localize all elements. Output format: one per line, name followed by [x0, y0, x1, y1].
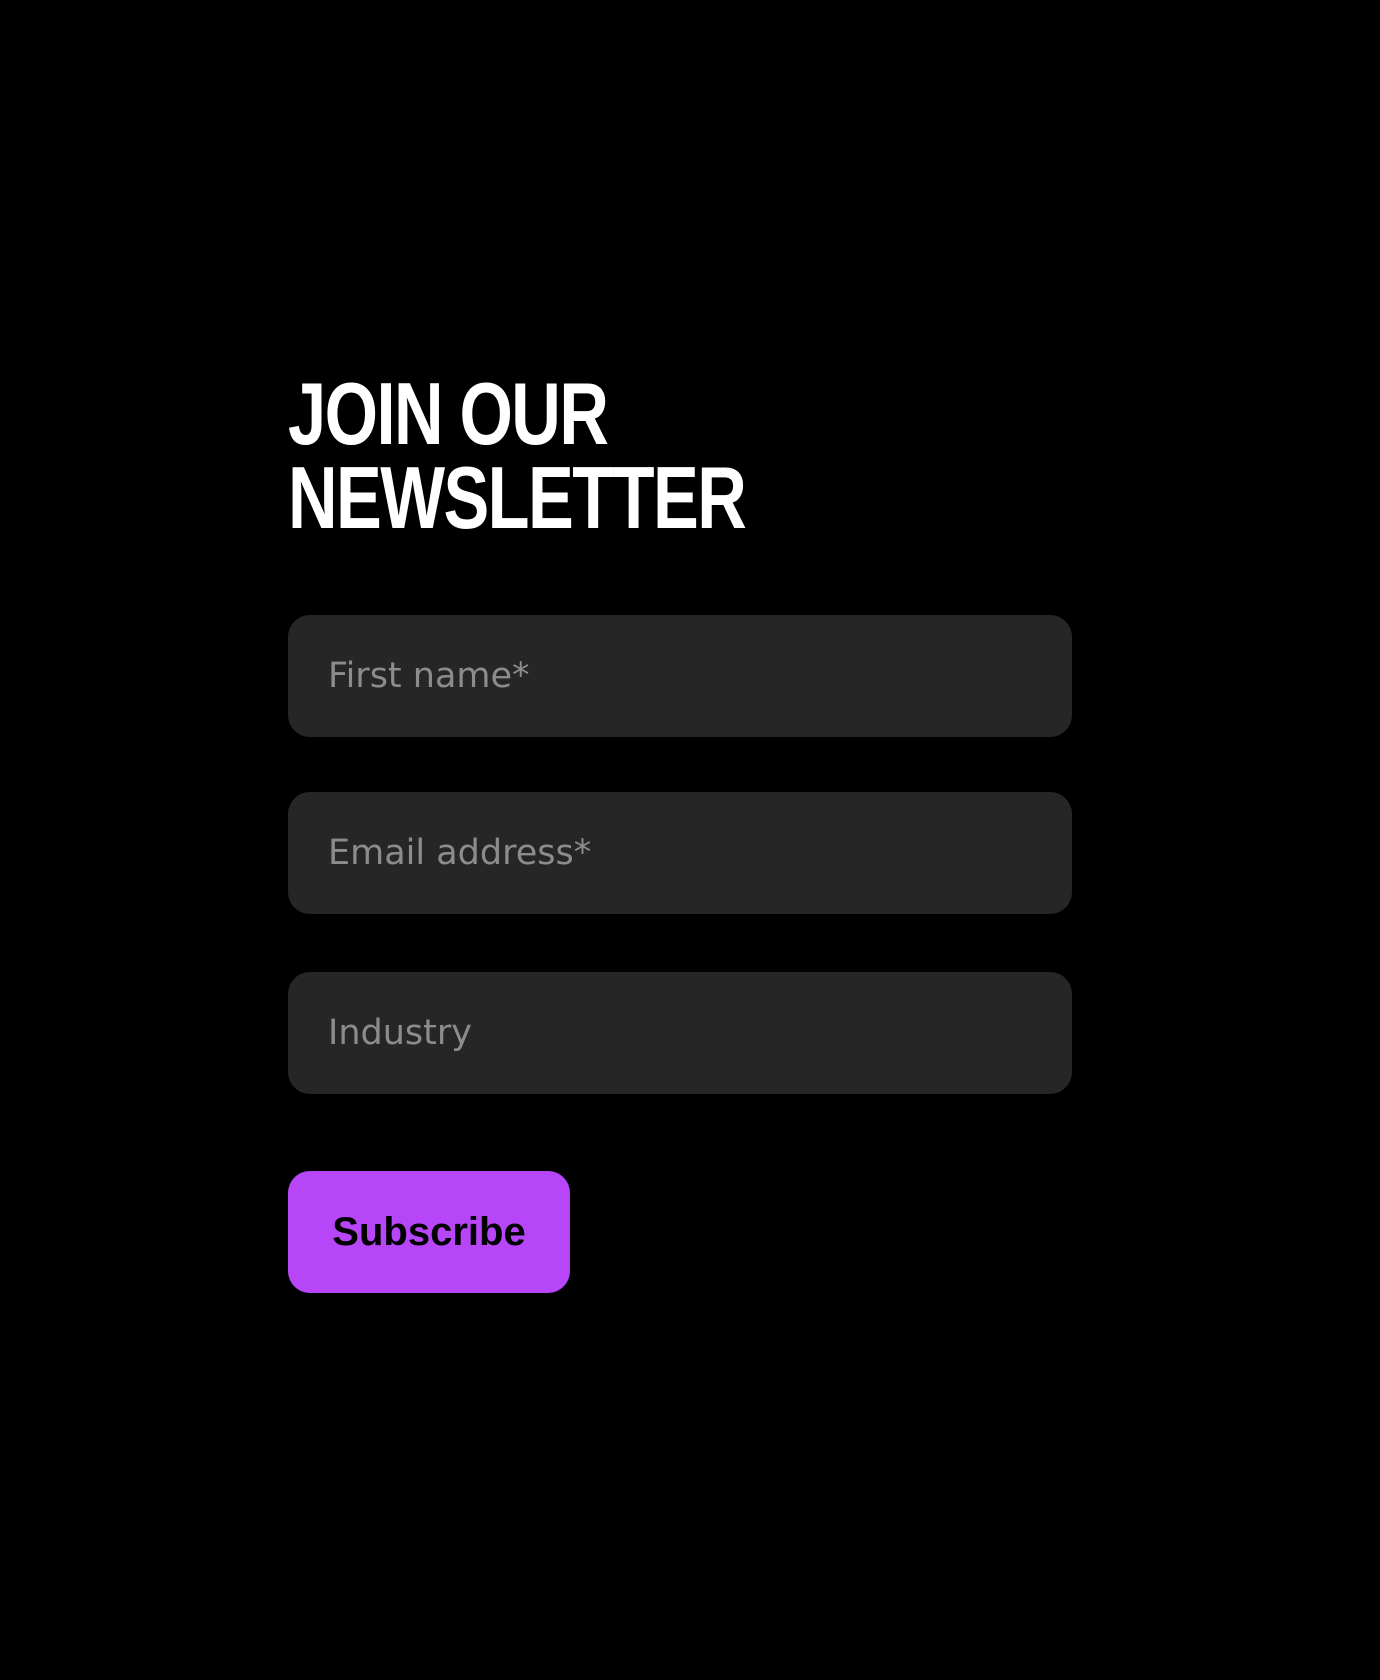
newsletter-title: JOIN OUR NEWSLETTER: [288, 364, 900, 547]
newsletter-form: JOIN OUR NEWSLETTER Subscribe: [288, 364, 1072, 1293]
title-line-2: NEWSLETTER: [288, 448, 747, 547]
email-input[interactable]: [288, 792, 1072, 914]
subscribe-button[interactable]: Subscribe: [288, 1171, 570, 1293]
first-name-input[interactable]: [288, 615, 1072, 737]
industry-input[interactable]: [288, 972, 1072, 1094]
title-line-1: JOIN OUR: [288, 364, 609, 463]
